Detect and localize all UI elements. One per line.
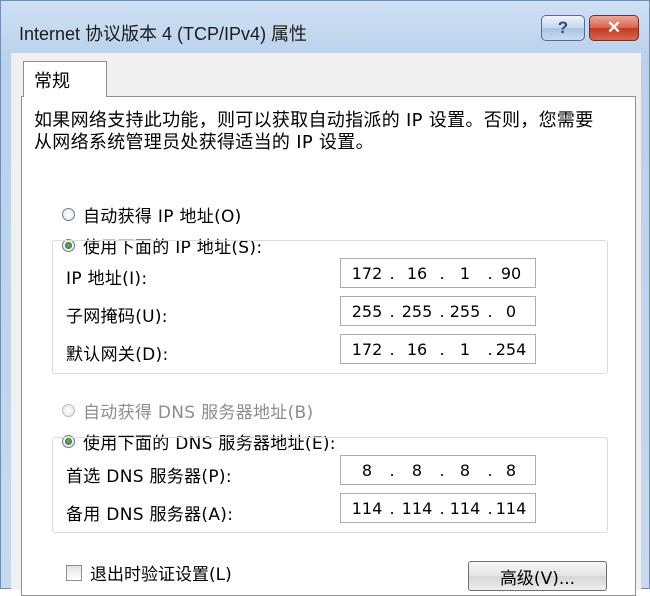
octet: 114 bbox=[401, 499, 433, 518]
octet: 1 bbox=[459, 264, 471, 283]
gateway-label: 默认网关(D): bbox=[66, 345, 169, 365]
octet: 255 bbox=[449, 302, 481, 321]
ip-address-input[interactable]: 172 . 16 . 1 . 90 bbox=[340, 258, 536, 288]
octet: 8 bbox=[361, 461, 373, 480]
radio-auto-dns[interactable]: 自动获得 DNS 服务器地址(B) bbox=[62, 398, 313, 423]
octet: 90 bbox=[500, 264, 522, 283]
octet: 114 bbox=[351, 499, 383, 518]
octet: 172 bbox=[351, 340, 383, 359]
alternate-dns-label: 备用 DNS 服务器(A): bbox=[66, 505, 234, 525]
advanced-button[interactable]: 高级(V)... bbox=[468, 561, 607, 591]
gateway-input[interactable]: 172 . 16 . 1 . 254 bbox=[340, 334, 536, 364]
octet: 255 bbox=[351, 302, 383, 321]
window-title: Internet 协议版本 4 (TCP/IPv4) 属性 bbox=[19, 24, 308, 44]
octet: 254 bbox=[495, 340, 527, 359]
subnet-mask-input[interactable]: 255 . 255 . 255 . 0 bbox=[340, 296, 536, 326]
advanced-button-label: 高级(V)... bbox=[499, 568, 576, 589]
octet: 8 bbox=[505, 461, 517, 480]
question-icon: ? bbox=[557, 18, 569, 37]
radio-auto-ip-label: 自动获得 IP 地址(O) bbox=[83, 207, 242, 227]
octet: 1 bbox=[459, 340, 471, 359]
octet: 8 bbox=[459, 461, 471, 480]
radio-button-disabled[interactable] bbox=[62, 404, 75, 417]
octet: 114 bbox=[449, 499, 481, 518]
radio-auto-dns-label: 自动获得 DNS 服务器地址(B) bbox=[83, 403, 314, 423]
octet: 16 bbox=[406, 264, 428, 283]
octet: 16 bbox=[406, 340, 428, 359]
description-text: 如果网络支持此功能，则可以获取自动指派的 IP 设置。否则，您需要从网络系统管理… bbox=[34, 110, 594, 153]
octet: 0 bbox=[505, 302, 517, 321]
close-button[interactable]: ✕ bbox=[589, 15, 639, 41]
preferred-dns-input[interactable]: 8 . 8 . 8 . 8 bbox=[340, 455, 536, 485]
octet: 8 bbox=[411, 461, 423, 480]
preferred-dns-label: 首选 DNS 服务器(P): bbox=[66, 467, 232, 487]
close-icon: ✕ bbox=[606, 18, 622, 37]
alternate-dns-input[interactable]: 114 . 114 . 114 . 114 bbox=[340, 493, 536, 523]
octet: 114 bbox=[495, 499, 527, 518]
tab-general[interactable]: 常规 bbox=[23, 61, 107, 97]
radio-button[interactable] bbox=[62, 208, 75, 221]
subnet-mask-label: 子网掩码(U): bbox=[66, 307, 168, 327]
title-bar[interactable]: Internet 协议版本 4 (TCP/IPv4) 属性 ? ✕ bbox=[1, 1, 649, 53]
tab-label: 常规 bbox=[34, 70, 70, 92]
octet: 255 bbox=[401, 302, 433, 321]
help-button[interactable]: ? bbox=[541, 15, 585, 41]
validate-label: 退出时验证设置(L) bbox=[90, 565, 232, 585]
radio-auto-ip[interactable]: 自动获得 IP 地址(O) bbox=[62, 202, 242, 227]
validate-checkbox[interactable] bbox=[66, 564, 82, 581]
octet: 172 bbox=[351, 264, 383, 283]
validate-on-exit[interactable]: 退出时验证设置(L) bbox=[66, 560, 232, 585]
ip-address-label: IP 地址(I): bbox=[66, 269, 148, 289]
